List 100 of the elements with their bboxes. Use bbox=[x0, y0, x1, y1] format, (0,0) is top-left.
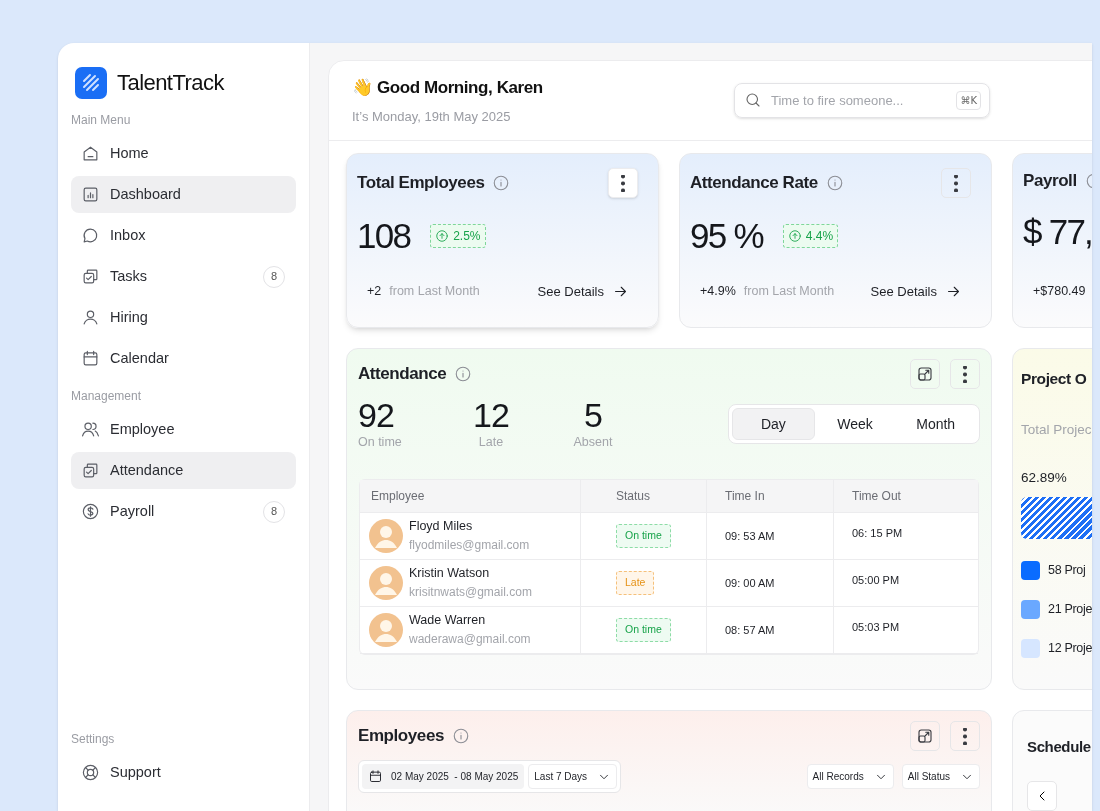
see-details-link[interactable]: See Details bbox=[870, 281, 962, 301]
period-tab[interactable]: Month bbox=[895, 408, 976, 441]
card-title: Attendance Rate bbox=[690, 172, 818, 195]
legend-label: 12 Proje bbox=[1048, 639, 1092, 657]
stat-label: Late bbox=[478, 434, 504, 451]
info-icon bbox=[451, 727, 470, 745]
legend-label: 21 Proje bbox=[1048, 600, 1092, 618]
employee-email: waderawa@gmail.com bbox=[409, 631, 531, 649]
waving-hand-emoji: 👋 bbox=[352, 77, 373, 99]
stat-label: Absent bbox=[573, 434, 613, 451]
avatar-icon bbox=[369, 518, 403, 553]
info-icon bbox=[454, 365, 473, 383]
more-button[interactable] bbox=[608, 168, 638, 198]
avatar-icon bbox=[369, 565, 403, 600]
more-button[interactable] bbox=[950, 721, 980, 751]
expand-button[interactable] bbox=[910, 721, 940, 751]
chart-icon bbox=[81, 185, 100, 204]
trend-badge: 2.5% bbox=[430, 224, 486, 249]
card-title: Schedule bbox=[1027, 737, 1091, 757]
card-title: Payroll bbox=[1023, 170, 1077, 192]
column-header: Status bbox=[580, 479, 706, 512]
avatar-icon bbox=[369, 612, 403, 647]
employee-email: krisitnwats@gmail.com bbox=[409, 584, 532, 602]
time-out: 05:00 PM bbox=[852, 572, 900, 588]
employee-name: Kristin Watson bbox=[409, 565, 491, 583]
section-label: Settings bbox=[71, 731, 116, 748]
users-icon bbox=[81, 420, 100, 439]
period-tab[interactable]: Week bbox=[814, 408, 896, 441]
period-tab[interactable]: Day bbox=[732, 408, 815, 441]
percent-label: 62.89% bbox=[1021, 468, 1068, 487]
employee-name: Wade Warren bbox=[409, 612, 487, 630]
stat-number: 12 bbox=[472, 397, 510, 433]
card-title: Employees bbox=[358, 725, 444, 748]
arrow-up-icon bbox=[787, 229, 802, 244]
delta-value: +2 bbox=[367, 282, 382, 300]
status-badge: On time bbox=[616, 523, 671, 548]
employee-name: Floyd Miles bbox=[409, 518, 474, 536]
info-icon bbox=[492, 174, 511, 192]
calendar-icon bbox=[81, 349, 100, 368]
delta-value: +$780.49 bbox=[1033, 283, 1086, 301]
dropdown[interactable]: Last 7 Days bbox=[528, 764, 618, 789]
lifebuoy-icon bbox=[81, 763, 100, 782]
date-range-field[interactable]: 02 May 2025 - 08 May 2025 bbox=[362, 764, 525, 789]
user-icon bbox=[81, 308, 100, 327]
arrow-up-icon bbox=[435, 229, 450, 244]
expand-icon bbox=[916, 727, 934, 745]
more-icon bbox=[621, 174, 625, 192]
search-icon bbox=[744, 91, 762, 109]
chat-bubble-icon bbox=[81, 226, 100, 245]
stat-value: $ 77, bbox=[1023, 210, 1092, 253]
stat-label: On time bbox=[358, 434, 402, 451]
status-badge: On time bbox=[616, 617, 671, 642]
column-header: Time In bbox=[706, 479, 833, 512]
stat-value: 108 bbox=[357, 215, 411, 257]
greeting-title: Good Morning, Karen bbox=[377, 77, 543, 99]
status-badge: Late bbox=[616, 570, 655, 595]
time-out: 06: 15 PM bbox=[852, 525, 903, 541]
column-header: Employee bbox=[370, 487, 426, 505]
card-title: Total Employees bbox=[357, 172, 485, 195]
time-out: 05:03 PM bbox=[852, 619, 900, 635]
more-icon bbox=[954, 174, 958, 192]
logo-icon bbox=[75, 66, 107, 99]
card-title: Attendance bbox=[358, 363, 447, 386]
sidebar-item[interactable]: Attendance bbox=[71, 452, 296, 489]
time-in: 09: 53 AM bbox=[725, 528, 775, 544]
section-label: Management bbox=[71, 388, 143, 405]
card-subtitle: Total Projec bbox=[1021, 421, 1092, 440]
time-in: 08: 57 AM bbox=[725, 622, 775, 638]
stat-value: 95 % bbox=[690, 215, 763, 257]
see-details-link[interactable]: See Details bbox=[537, 281, 629, 301]
date-subtitle: It’s Monday, 19th May 2025 bbox=[352, 107, 512, 126]
delta-label: from Last Month bbox=[389, 282, 480, 300]
delta-value: +4.9% bbox=[700, 282, 736, 300]
card-title: Project O bbox=[1021, 369, 1087, 389]
stat-number: 92 bbox=[358, 397, 395, 433]
dropdown[interactable]: All Status bbox=[901, 764, 980, 789]
calendar-icon bbox=[368, 769, 383, 784]
column-header: Time Out bbox=[833, 479, 978, 512]
more-button[interactable] bbox=[950, 359, 980, 389]
section-label: Main Menu bbox=[71, 112, 132, 129]
legend-label: 58 Proj bbox=[1048, 561, 1086, 579]
delta-label: from Last Month bbox=[743, 282, 835, 300]
employee-email: flyodmiles@gmail.com bbox=[409, 537, 530, 555]
home-icon bbox=[81, 144, 100, 163]
expand-button[interactable] bbox=[910, 359, 940, 389]
more-button[interactable] bbox=[941, 168, 971, 198]
more-icon bbox=[963, 727, 967, 745]
dollar-icon bbox=[81, 502, 100, 521]
dropdown[interactable]: All Records bbox=[806, 764, 894, 789]
checklist-icon bbox=[81, 267, 100, 286]
stat-number: 5 bbox=[583, 397, 603, 433]
sidebar-item[interactable]: Dashboard bbox=[71, 176, 296, 213]
more-icon bbox=[963, 365, 967, 383]
expand-icon bbox=[916, 365, 934, 383]
info-icon bbox=[825, 174, 844, 192]
time-in: 09: 00 AM bbox=[725, 575, 775, 591]
app-name: TalentTrack bbox=[117, 69, 224, 97]
shortcut-key: ⌘K bbox=[956, 91, 981, 110]
checklist-icon bbox=[81, 461, 100, 480]
trend-badge: 4.4% bbox=[782, 224, 839, 249]
